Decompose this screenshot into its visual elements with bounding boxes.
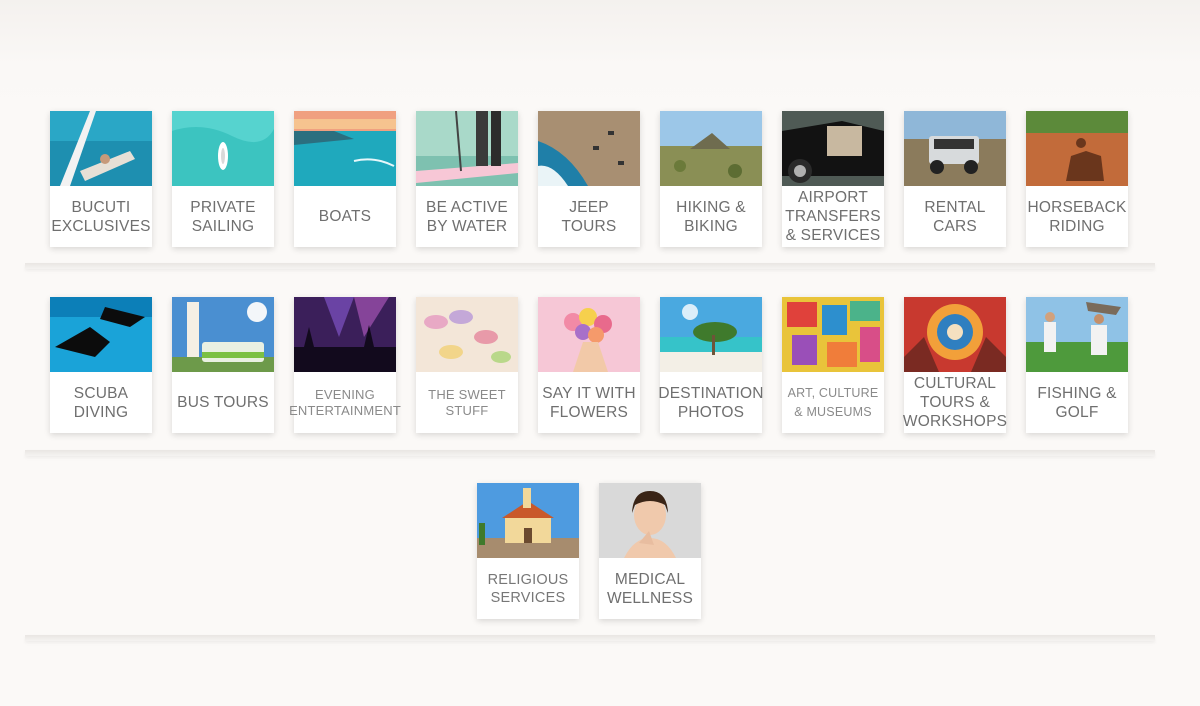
card-the-sweet-stuff[interactable]: THE SWEET STUFF [416, 297, 518, 433]
card-jeep-tours[interactable]: JEEP TOURS [538, 111, 640, 247]
divers-photo [50, 297, 152, 372]
golf-fishing-photo [1026, 297, 1128, 372]
category-row-2: SCUBA DIVING BUS TOURS EVENING ENTERTAIN… [50, 297, 1135, 437]
card-label: BE ACTIVE BY WATER [426, 198, 508, 235]
card-label: DESTINATION PHOTOS [658, 384, 764, 421]
shelf-divider [25, 263, 1155, 269]
card-destination-photos[interactable]: DESTINATION PHOTOS [658, 297, 764, 433]
card-label: CULTURAL TOURS & WORKSHOPS [902, 375, 1008, 430]
card-hiking-biking[interactable]: HIKING & BIKING [660, 111, 762, 247]
rocky-coast-photo [538, 111, 640, 186]
card-evening-entertainment[interactable]: EVENING ENTERTAINMENT [289, 297, 401, 433]
card-label: HORSEBACK RIDING [1027, 198, 1127, 235]
card-be-active-by-water[interactable]: BE ACTIVE BY WATER [416, 111, 518, 247]
card-religious-services[interactable]: RELIGIOUS SERVICES [477, 483, 579, 619]
woman-portrait-photo [599, 483, 701, 558]
flowers-photo [538, 297, 640, 372]
hammock-sea-photo [50, 111, 152, 186]
card-scuba-diving[interactable]: SCUBA DIVING [50, 297, 152, 433]
card-private-sailing[interactable]: PRIVATE SAILING [172, 111, 274, 247]
bus-lighthouse-photo [172, 297, 274, 372]
paddleboard-photo [416, 111, 518, 186]
card-airport-transfers[interactable]: AIRPORT TRANSFERS & SERVICES [782, 111, 884, 247]
card-label: SCUBA DIVING [73, 384, 129, 421]
card-label: BUCUTI EXCLUSIVES [51, 198, 151, 235]
card-bucuti-exclusives[interactable]: BUCUTI EXCLUSIVES [50, 111, 152, 247]
shelf-divider [25, 635, 1155, 641]
macarons-photo [416, 297, 518, 372]
sunset-coast-photo [294, 111, 396, 186]
card-label: AIRPORT TRANSFERS & SERVICES [785, 189, 881, 244]
card-say-it-with-flowers[interactable]: SAY IT WITH FLOWERS [538, 297, 640, 433]
card-horseback-riding[interactable]: HORSEBACK RIDING [1026, 111, 1128, 247]
art-collage-photo [782, 297, 884, 372]
background-texture [0, 0, 1200, 110]
card-label: BOATS [318, 208, 372, 225]
card-art-culture-museums[interactable]: ART, CULTURE & MUSEUMS [782, 297, 884, 433]
card-label: MEDICAL WELLNESS [606, 570, 694, 607]
card-fishing-golf[interactable]: FISHING & GOLF [1026, 297, 1128, 433]
jeep-photo [904, 111, 1006, 186]
concert-photo [294, 297, 396, 372]
shelf-divider [25, 450, 1155, 456]
card-label: RENTAL CARS [924, 198, 986, 235]
card-rental-cars[interactable]: RENTAL CARS [904, 111, 1006, 247]
carnival-photo [904, 297, 1006, 372]
card-label: BUS TOURS [177, 394, 269, 411]
category-row-3: RELIGIOUS SERVICES MEDICAL WELLNESS [477, 483, 707, 623]
horse-shadow-photo [1026, 111, 1128, 186]
card-label: ART, CULTURE & MUSEUMS [787, 385, 879, 419]
card-label: HIKING & BIKING [676, 198, 746, 235]
card-label: RELIGIOUS SERVICES [487, 571, 569, 606]
card-label: EVENING ENTERTAINMENT [289, 386, 401, 418]
chapel-photo [477, 483, 579, 558]
card-label: THE SWEET STUFF [428, 386, 506, 418]
card-bus-tours[interactable]: BUS TOURS [172, 297, 274, 433]
beach-tree-photo [660, 297, 762, 372]
card-medical-wellness[interactable]: MEDICAL WELLNESS [599, 483, 701, 619]
card-label: PRIVATE SAILING [190, 198, 256, 235]
card-label: JEEP TOURS [561, 198, 617, 235]
card-label: FISHING & GOLF [1037, 384, 1117, 421]
card-cultural-tours-workshops[interactable]: CULTURAL TOURS & WORKSHOPS [902, 297, 1008, 433]
card-boats[interactable]: BOATS [294, 111, 396, 247]
card-label: SAY IT WITH FLOWERS [542, 384, 636, 421]
black-car-photo [782, 111, 884, 186]
hill-landscape-photo [660, 111, 762, 186]
category-row-1: BUCUTI EXCLUSIVES PRIVATE SAILING BOATS … [50, 111, 1135, 251]
boat-turquoise-photo [172, 111, 274, 186]
